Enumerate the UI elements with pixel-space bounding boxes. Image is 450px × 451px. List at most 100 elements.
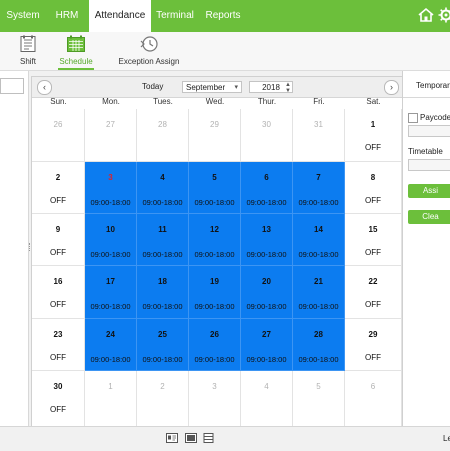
day-number: 6 — [345, 382, 401, 391]
day-number: 26 — [189, 330, 240, 339]
gear-icon[interactable] — [437, 6, 450, 24]
calendar-day[interactable]: 5 — [293, 371, 345, 427]
clear-button[interactable]: Clea — [408, 210, 450, 224]
calendar-day-scheduled[interactable]: 2709:00-18:00 — [241, 319, 293, 371]
left-panel — [0, 71, 29, 426]
calendar-day-scheduled[interactable]: 1009:00-18:00 — [85, 214, 137, 266]
calendar-day[interactable]: 29OFF — [345, 319, 402, 371]
paycode-input[interactable] — [408, 125, 450, 137]
calendar-day[interactable]: 15OFF — [345, 214, 402, 266]
calendar-day-scheduled[interactable]: 2009:00-18:00 — [241, 266, 293, 319]
film-icon[interactable] — [185, 433, 197, 443]
shift-time-label: 09:00-18:00 — [293, 250, 344, 259]
calendar-day-scheduled[interactable]: 1109:00-18:00 — [137, 214, 189, 266]
calendar-day[interactable]: 16OFF — [32, 266, 85, 319]
calendar-day[interactable]: 2 — [137, 371, 189, 427]
shift-time-label: 09:00-18:00 — [137, 250, 188, 259]
calendar-day[interactable]: 9OFF — [32, 214, 85, 266]
next-month-button[interactable]: › — [384, 80, 399, 95]
menu-hrm[interactable]: HRM — [46, 0, 88, 32]
shift-time-label: 09:00-18:00 — [241, 355, 292, 364]
calendar-day[interactable]: 31 — [293, 109, 345, 162]
calendar-day-scheduled[interactable]: 309:00-18:00 — [85, 162, 137, 214]
calendar-day-scheduled[interactable]: 2809:00-18:00 — [293, 319, 345, 371]
calendar-day[interactable]: 23OFF — [32, 319, 85, 371]
right-panel: Temporary Paycode Timetable Assi Clea — [402, 71, 450, 426]
calendar-day[interactable]: 1 — [85, 371, 137, 427]
calendar-day[interactable]: 30 OFF — [32, 371, 85, 427]
schedule-button[interactable]: Schedule — [52, 32, 100, 70]
timetable-input[interactable] — [408, 159, 450, 171]
day-number: 28 — [293, 330, 344, 339]
assign-button[interactable]: Assi — [408, 184, 450, 198]
main-menu-bar: System HRM Attendance Terminal Reports — [0, 0, 450, 32]
calendar-day-scheduled[interactable]: 409:00-18:00 — [137, 162, 189, 214]
month-select[interactable]: September ▾ — [182, 81, 242, 93]
shift-time-label: 09:00-18:00 — [293, 198, 344, 207]
calendar-day-scheduled[interactable]: 609:00-18:00 — [241, 162, 293, 214]
day-number: 24 — [85, 330, 136, 339]
calendar-day[interactable]: 27 — [85, 109, 137, 162]
year-value: 2018 — [262, 83, 280, 92]
calendar-day-scheduled[interactable]: 2409:00-18:00 — [85, 319, 137, 371]
calendar-day[interactable]: 26 — [32, 109, 85, 162]
menu-system[interactable]: System — [0, 0, 46, 32]
shift-time-label: 09:00-18:00 — [241, 250, 292, 259]
off-label: OFF — [32, 405, 84, 414]
attendance-toolbar: Shift Schedule Exception Assign — [0, 32, 450, 71]
menu-terminal[interactable]: Terminal — [151, 0, 199, 32]
temporary-schedule-title: Temporary — [416, 81, 450, 90]
calendar-day[interactable]: 2OFF — [32, 162, 85, 214]
off-label: OFF — [32, 353, 84, 362]
calendar-day[interactable]: 4 — [241, 371, 293, 427]
calendar-day-scheduled[interactable]: 709:00-18:00 — [293, 162, 345, 214]
calendar-day[interactable]: 8OFF — [345, 162, 402, 214]
card-icon[interactable] — [166, 433, 178, 443]
home-icon[interactable] — [417, 6, 435, 24]
today-button[interactable]: Today — [142, 82, 163, 91]
day-number: 30 — [32, 382, 84, 391]
day-number: 30 — [241, 120, 292, 129]
calendar-day[interactable]: 1OFF — [345, 109, 402, 162]
day-number: 18 — [137, 277, 188, 286]
menu-reports[interactable]: Reports — [200, 0, 246, 32]
calendar-day-scheduled[interactable]: 1909:00-18:00 — [189, 266, 241, 319]
calendar-day-scheduled[interactable]: 2509:00-18:00 — [137, 319, 189, 371]
calendar-day-scheduled[interactable]: 1809:00-18:00 — [137, 266, 189, 319]
off-label: OFF — [345, 248, 401, 257]
year-spinner[interactable]: 2018 ▲▼ — [249, 81, 293, 93]
exception-assign-button[interactable]: Exception Assign — [110, 32, 188, 70]
spinner-arrows-icon[interactable]: ▲▼ — [285, 82, 291, 94]
calendar-day-scheduled[interactable]: 1409:00-18:00 — [293, 214, 345, 266]
day-number: 16 — [32, 277, 84, 286]
calendar-header: ‹ Today September ▾ 2018 ▲▼ › — [32, 77, 402, 98]
day-number: 3 — [189, 382, 240, 391]
prev-month-button[interactable]: ‹ — [37, 80, 52, 95]
calendar-day-scheduled[interactable]: 1309:00-18:00 — [241, 214, 293, 266]
menu-attendance[interactable]: Attendance — [89, 0, 151, 32]
calendar-day[interactable]: 28 — [137, 109, 189, 162]
day-number: 5 — [293, 382, 344, 391]
timetable-label: Timetable — [408, 147, 443, 156]
shift-button[interactable]: Shift — [10, 32, 46, 70]
paycode-checkbox[interactable] — [408, 113, 418, 123]
calendar-day-scheduled[interactable]: 509:00-18:00 — [189, 162, 241, 214]
left-search-input[interactable] — [0, 78, 24, 94]
day-number: 26 — [32, 120, 84, 129]
off-label: OFF — [32, 248, 84, 257]
calendar-day[interactable]: 29 — [189, 109, 241, 162]
calendar-day-scheduled[interactable]: 1709:00-18:00 — [85, 266, 137, 319]
calendar-day[interactable]: 6 — [345, 371, 402, 427]
calendar-day-scheduled[interactable]: 2109:00-18:00 — [293, 266, 345, 319]
calendar-day[interactable]: 22OFF — [345, 266, 402, 319]
calendar-day-scheduled[interactable]: 2609:00-18:00 — [189, 319, 241, 371]
day-number: 21 — [293, 277, 344, 286]
calendar-day[interactable]: 30 — [241, 109, 293, 162]
calendar-day[interactable]: 3 — [189, 371, 241, 427]
schedule-icon — [66, 35, 86, 53]
schedule-label: Schedule — [52, 57, 100, 66]
shift-time-label: 09:00-18:00 — [85, 250, 136, 259]
calendar-day-scheduled[interactable]: 1209:00-18:00 — [189, 214, 241, 266]
day-number: 8 — [345, 173, 401, 182]
stack-icon[interactable] — [203, 433, 215, 443]
